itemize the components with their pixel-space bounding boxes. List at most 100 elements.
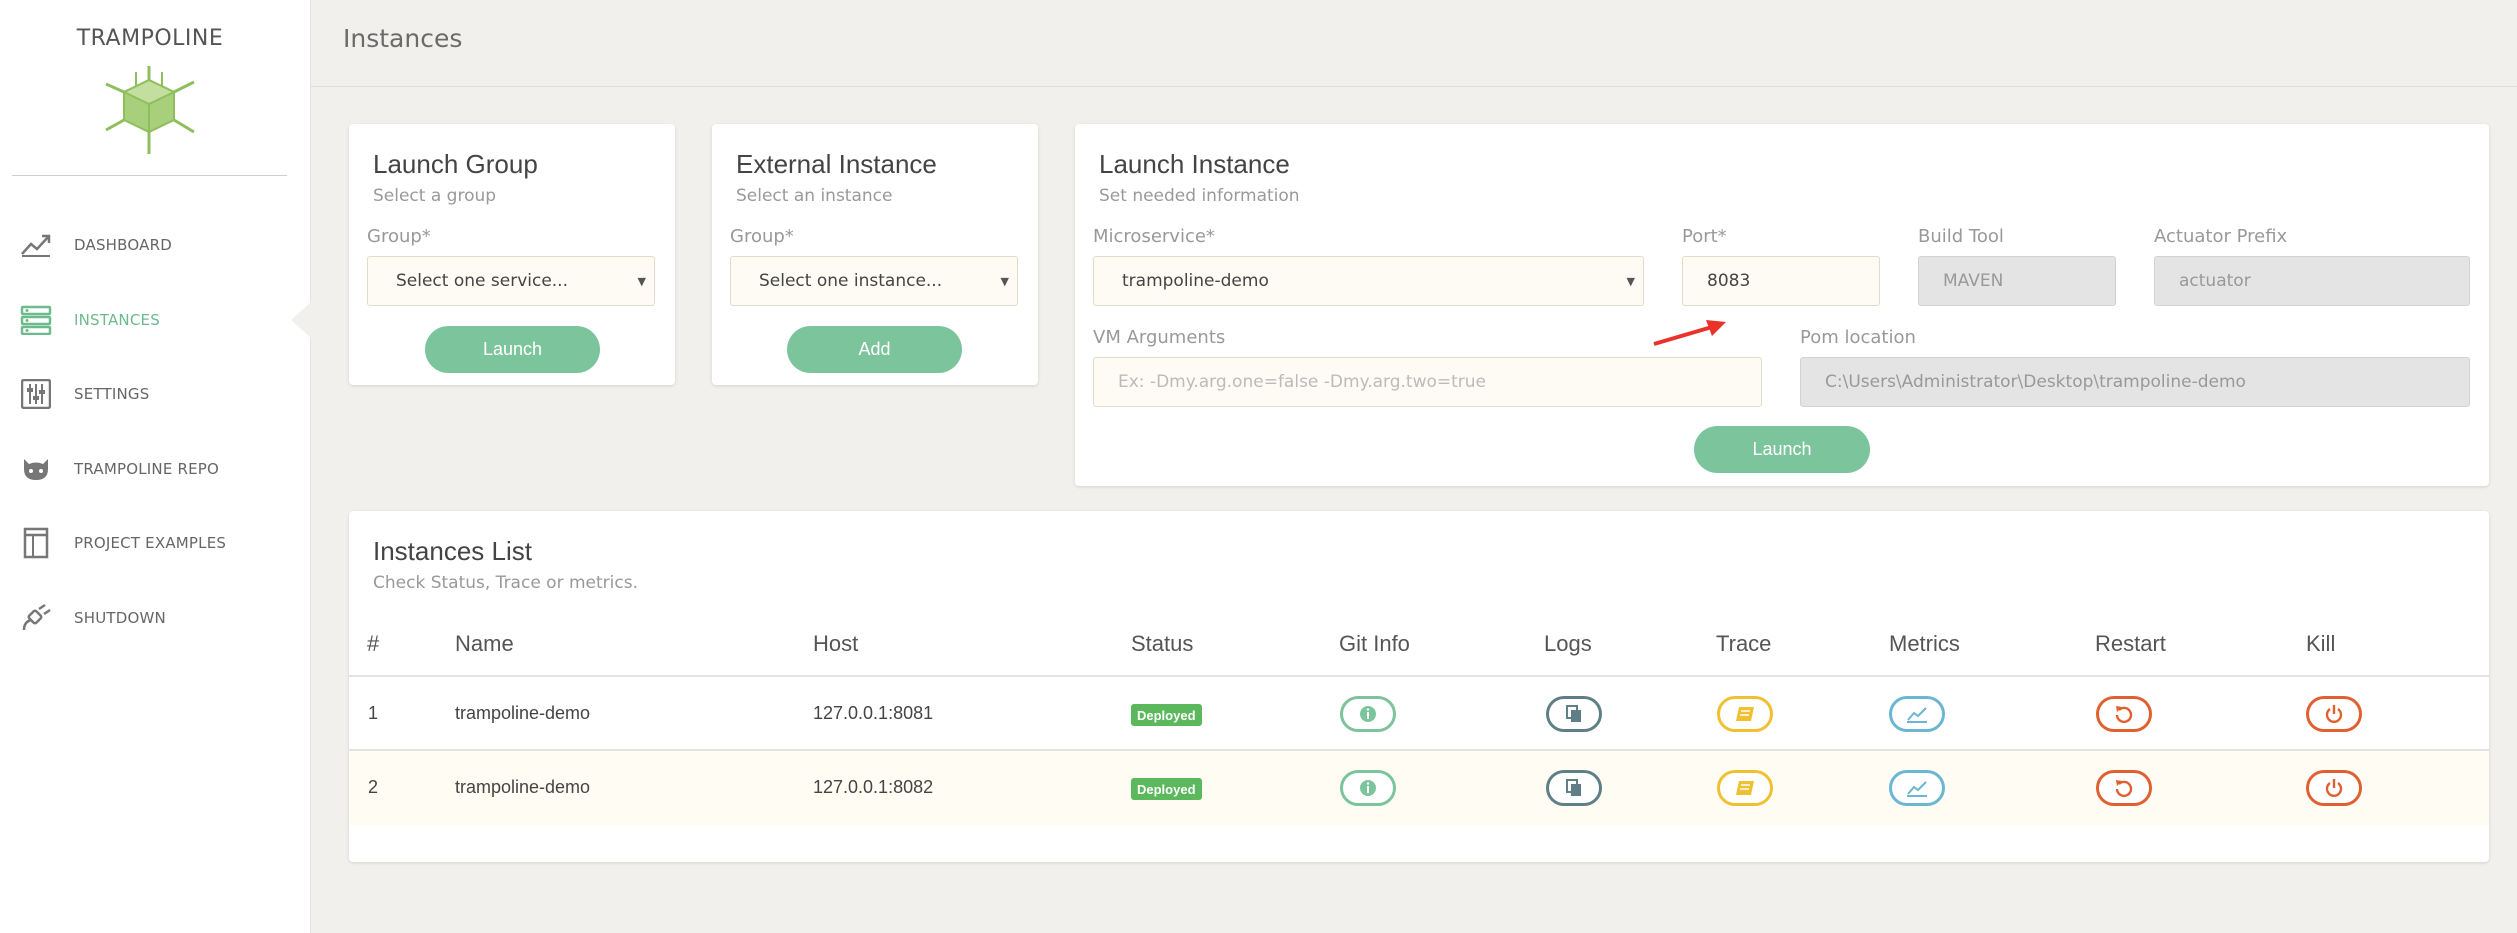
port-input[interactable]: 8083 [1682, 256, 1880, 306]
logs-button[interactable] [1546, 770, 1602, 806]
group-label: Group* [730, 226, 794, 247]
table-row-highlight [349, 751, 2489, 825]
group-label: Group* [367, 226, 431, 247]
microservice-select[interactable]: trampoline-demo ▼ [1093, 256, 1644, 306]
sidebar-item-settings[interactable]: SETTINGS [0, 374, 300, 414]
sidebar-item-label: INSTANCES [74, 311, 160, 329]
row-name: trampoline-demo [455, 777, 591, 797]
instance-select[interactable]: Select one instance... ▼ [730, 256, 1018, 306]
trace-button[interactable] [1717, 770, 1773, 806]
card-title: Launch Group [373, 149, 538, 179]
sidebar-item-label: SETTINGS [74, 385, 150, 403]
add-instance-button[interactable]: Add [787, 326, 962, 373]
card-subtitle: Select an instance [736, 186, 893, 206]
restart-button[interactable] [2096, 770, 2152, 806]
column-header-index: # [367, 631, 380, 656]
power-icon [2325, 705, 2343, 723]
server-list-icon [19, 303, 53, 337]
restart-icon [2115, 706, 2133, 724]
chart-line-icon [19, 228, 53, 262]
actuator-prefix-input: actuator [2154, 256, 2470, 306]
launch-group-button[interactable]: Launch [425, 326, 600, 373]
info-circle-icon [1360, 706, 1376, 722]
sidebar-item-project-examples[interactable]: PROJECT EXAMPLES [0, 523, 300, 563]
port-label: Port* [1682, 226, 1727, 247]
external-instance-card: External Instance Select an instance Gro… [712, 124, 1038, 385]
chart-line-icon [1907, 781, 1927, 797]
launch-group-card: Launch Group Select a group Group* Selec… [349, 124, 675, 385]
sidebar-item-instances[interactable]: INSTANCES [0, 300, 300, 340]
book-icon [19, 526, 53, 560]
microservice-label: Microservice* [1093, 226, 1215, 247]
logs-button[interactable] [1546, 696, 1602, 732]
metrics-button[interactable] [1889, 696, 1945, 732]
group-select[interactable]: Select one service... ▼ [367, 256, 655, 306]
caret-down-icon: ▼ [1000, 275, 1009, 288]
kill-button[interactable] [2306, 696, 2362, 732]
sidebar-item-label: SHUTDOWN [74, 609, 166, 627]
annotation-arrow-icon [1653, 320, 1726, 346]
launch-instance-button[interactable]: Launch [1694, 426, 1870, 473]
info-circle-icon [1360, 780, 1376, 796]
pom-location-input: C:\Users\Administrator\Desktop\trampolin… [1800, 357, 2470, 407]
power-icon [2325, 779, 2343, 797]
sidebar-item-shutdown[interactable]: SHUTDOWN [0, 598, 300, 638]
card-title: Launch Instance [1099, 149, 1290, 179]
row-host: 127.0.0.1:8082 [813, 777, 934, 797]
trampoline-logo-icon [105, 66, 195, 154]
instance-select-value: Select one instance... [759, 271, 943, 291]
vm-arguments-label: VM Arguments [1093, 327, 1226, 348]
row-host: 127.0.0.1:8081 [813, 703, 934, 723]
column-header-host: Host [813, 631, 859, 656]
launch-instance-card: Launch Instance Set needed information M… [1075, 124, 2489, 486]
metrics-button[interactable] [1889, 770, 1945, 806]
active-indicator [291, 302, 311, 338]
build-tool-label: Build Tool [1918, 226, 2004, 247]
sidebar-item-label: PROJECT EXAMPLES [74, 534, 227, 552]
trace-button[interactable] [1717, 696, 1773, 732]
build-tool-input: MAVEN [1918, 256, 2116, 306]
row-index: 2 [368, 777, 379, 797]
column-header-trace: Trace [1716, 631, 1772, 656]
vm-arguments-input[interactable]: Ex: -Dmy.arg.one=false -Dmy.arg.two=true [1093, 357, 1762, 407]
column-header-metrics: Metrics [1889, 631, 1960, 656]
status-badge: Deployed [1131, 704, 1202, 726]
restart-icon [2115, 780, 2133, 798]
sliders-icon [19, 377, 53, 411]
pom-location-label: Pom location [1800, 327, 1916, 348]
chart-line-icon [1907, 707, 1927, 723]
column-header-restart: Restart [2095, 631, 2166, 656]
sidebar-divider [12, 175, 287, 176]
card-title: Instances List [373, 536, 532, 566]
git-info-button[interactable] [1340, 770, 1396, 806]
column-header-git-info: Git Info [1339, 631, 1410, 656]
column-header-name: Name [455, 631, 514, 656]
card-subtitle: Check Status, Trace or metrics. [373, 573, 638, 593]
column-header-status: Status [1131, 631, 1194, 656]
card-subtitle: Set needed information [1099, 186, 1300, 206]
copy-icon [1566, 705, 1581, 722]
sidebar-item-label: TRAMPOLINE REPO [74, 460, 220, 478]
copy-icon [1566, 779, 1581, 796]
page-header: Instances [311, 0, 2517, 87]
git-info-button[interactable] [1340, 696, 1396, 732]
actuator-prefix-label: Actuator Prefix [2154, 226, 2288, 247]
github-icon [19, 452, 53, 486]
header-divider [349, 675, 2489, 677]
row-name: trampoline-demo [455, 703, 591, 723]
caret-down-icon: ▼ [637, 275, 646, 288]
sidebar-item-dashboard[interactable]: DASHBOARD [0, 225, 300, 265]
microservice-select-value: trampoline-demo [1122, 271, 1269, 291]
unplug-icon [19, 601, 53, 635]
column-header-logs: Logs [1544, 631, 1592, 656]
column-header-kill: Kill [2306, 631, 2336, 656]
status-badge: Deployed [1131, 778, 1202, 800]
sidebar-item-trampoline-repo[interactable]: TRAMPOLINE REPO [0, 449, 300, 489]
sidebar: TRAMPOLINE DASHBOARD INSTANCES SETTINGS [0, 0, 311, 933]
restart-button[interactable] [2096, 696, 2152, 732]
book-open-icon [1736, 707, 1754, 721]
kill-button[interactable] [2306, 770, 2362, 806]
book-open-icon [1736, 781, 1754, 795]
brand-name: TRAMPOLINE [76, 26, 224, 51]
group-select-value: Select one service... [396, 271, 568, 291]
